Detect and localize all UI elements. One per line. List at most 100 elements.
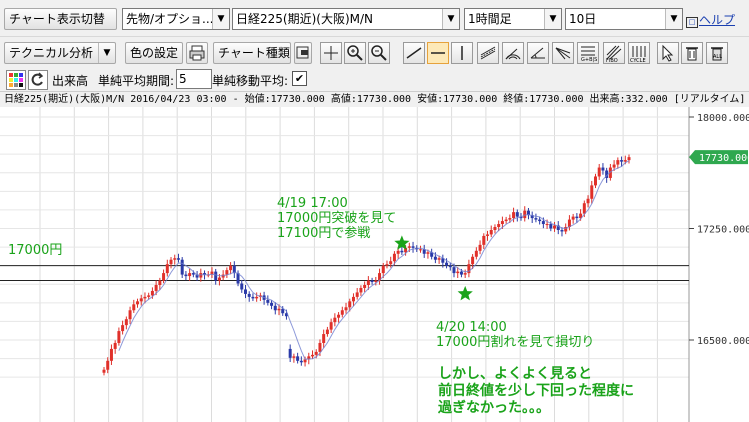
price-chart[interactable]: 18000.000 17250.000 16500.000 17730.000 <box>0 107 749 422</box>
candle-body <box>136 301 140 305</box>
indicator-bar: 出来高 単純平均期間: 単純移動平均: ✔ <box>0 67 749 91</box>
fibonacci-icon: FIBO <box>606 45 622 63</box>
zoom-out-tool-button[interactable] <box>368 42 390 64</box>
cycle-tool-button[interactable]: CYCLE <box>628 42 650 64</box>
vertical-line-tool-button[interactable] <box>451 42 473 64</box>
candle-body <box>255 296 259 299</box>
channel-tool-button[interactable] <box>477 42 499 64</box>
candle-body <box>370 280 374 283</box>
trash-all-tool-button[interactable]: ALL <box>706 42 728 64</box>
trash-tool-button[interactable] <box>681 42 703 64</box>
zoom-in-tool-button[interactable] <box>344 42 366 64</box>
candle-body <box>411 246 415 248</box>
candle-body <box>474 250 478 257</box>
crosshair-tool-button[interactable] <box>320 42 342 64</box>
candle-body <box>400 250 404 253</box>
popout-button[interactable] <box>294 42 312 64</box>
trendline-tool-button[interactable] <box>403 42 425 64</box>
candle-body <box>426 252 430 254</box>
grid-color-icon[interactable] <box>6 70 26 90</box>
candle-body <box>471 256 475 265</box>
candle-body <box>124 319 128 326</box>
print-button[interactable] <box>186 42 208 64</box>
fan-icon <box>555 47 571 60</box>
refresh-icon[interactable] <box>28 70 48 90</box>
sma-period-input[interactable] <box>176 69 212 89</box>
interval-select[interactable]: 1時間足 ▼ <box>464 8 562 30</box>
y-tick-label: 16500.000 <box>697 336 749 347</box>
chevron-down-icon[interactable]: ▼ <box>544 9 561 29</box>
candle-body <box>121 325 125 332</box>
cursor-icon <box>662 44 674 62</box>
svg-text:ALL: ALL <box>713 54 722 60</box>
svg-text:G+B|S: G+B|S <box>581 57 597 63</box>
chevron-down-icon[interactable]: ▼ <box>98 43 115 63</box>
candle-body <box>582 203 586 214</box>
note-annotation-line: しかし、よくよく見ると <box>438 366 592 382</box>
sma-checkbox[interactable]: ✔ <box>292 71 307 86</box>
candle-body <box>344 307 348 311</box>
color-settings-button[interactable]: 色の設定 <box>125 42 183 64</box>
instrument-select-value: 先物/オプショ... <box>126 12 214 26</box>
buy-annotation-line: 17100円で参戦 <box>277 226 371 241</box>
chevron-down-icon[interactable]: ▼ <box>212 9 229 29</box>
candle-body <box>314 351 318 355</box>
arc-tool-button[interactable] <box>502 42 524 64</box>
sell-annotation: 4/20 14:00 17000円割れを見て損切り <box>436 320 594 350</box>
chart-display-switch-button[interactable]: チャート表示切替 <box>4 8 117 30</box>
fibonacci-tool-button[interactable]: FIBO <box>603 42 625 64</box>
chart-type-button[interactable]: チャート種類 <box>213 42 291 64</box>
help-link[interactable]: □ ヘルプ <box>686 11 735 28</box>
buy-annotation-line: 17000円突破を見て <box>277 211 397 226</box>
candle-body <box>229 265 233 271</box>
cursor-tool-button[interactable] <box>657 42 679 64</box>
candle-body <box>534 218 538 220</box>
arc-icon <box>505 48 521 60</box>
candle-body <box>486 234 490 236</box>
candle-body <box>515 212 519 217</box>
candle-body <box>329 322 333 330</box>
note-annotation-line: 過ぎなかった。。。 <box>438 400 550 416</box>
printer-icon <box>189 45 205 61</box>
candle-body <box>288 348 292 358</box>
candle-body <box>437 258 441 260</box>
angle-tool-button[interactable] <box>527 42 549 64</box>
candle-body <box>270 302 274 306</box>
volume-label[interactable]: 出来高 <box>52 72 88 89</box>
instrument-select[interactable]: 先物/オプショ... ▼ <box>122 8 230 30</box>
candle-body <box>180 259 184 275</box>
chevron-down-icon[interactable]: ▼ <box>665 9 682 29</box>
candle-body <box>113 342 117 349</box>
candle-body <box>560 229 564 232</box>
candle-body <box>418 249 422 251</box>
fan-tool-button[interactable] <box>552 42 574 64</box>
candle-body <box>590 185 594 199</box>
help-link-label: ヘルプ <box>699 13 736 27</box>
candle-body <box>586 198 590 204</box>
candle-body <box>366 280 370 285</box>
chevron-down-icon[interactable]: ▼ <box>442 9 459 29</box>
candle-body <box>322 334 326 343</box>
sma-label: 単純移動平均: <box>212 74 289 88</box>
candle-body <box>553 225 557 229</box>
range-select[interactable]: 10日 ▼ <box>565 8 683 30</box>
candle-body <box>381 265 385 274</box>
symbol-select[interactable]: 日経225(期近)(大阪)M/N ▼ <box>232 8 460 30</box>
horizontal-line-tool-button[interactable] <box>427 42 449 64</box>
help-icon: □ <box>686 17 698 28</box>
horizontal-line-icon <box>431 52 445 54</box>
technical-analysis-button[interactable]: テクニカル分析 ▼ <box>4 42 116 64</box>
candle-body <box>266 299 270 303</box>
candle-body <box>627 157 631 161</box>
candle-body <box>433 256 437 260</box>
gann-tool-button[interactable]: G+B|S <box>577 42 599 64</box>
candle-body <box>325 329 329 335</box>
candle-body <box>478 244 482 251</box>
y-tick-label: 18000.000 <box>697 113 749 124</box>
candle-body <box>623 160 627 162</box>
candle-body <box>512 212 516 219</box>
channel-icon <box>480 46 496 60</box>
candle-body <box>392 253 396 262</box>
candle-body <box>102 369 106 373</box>
candle-body <box>169 259 173 265</box>
